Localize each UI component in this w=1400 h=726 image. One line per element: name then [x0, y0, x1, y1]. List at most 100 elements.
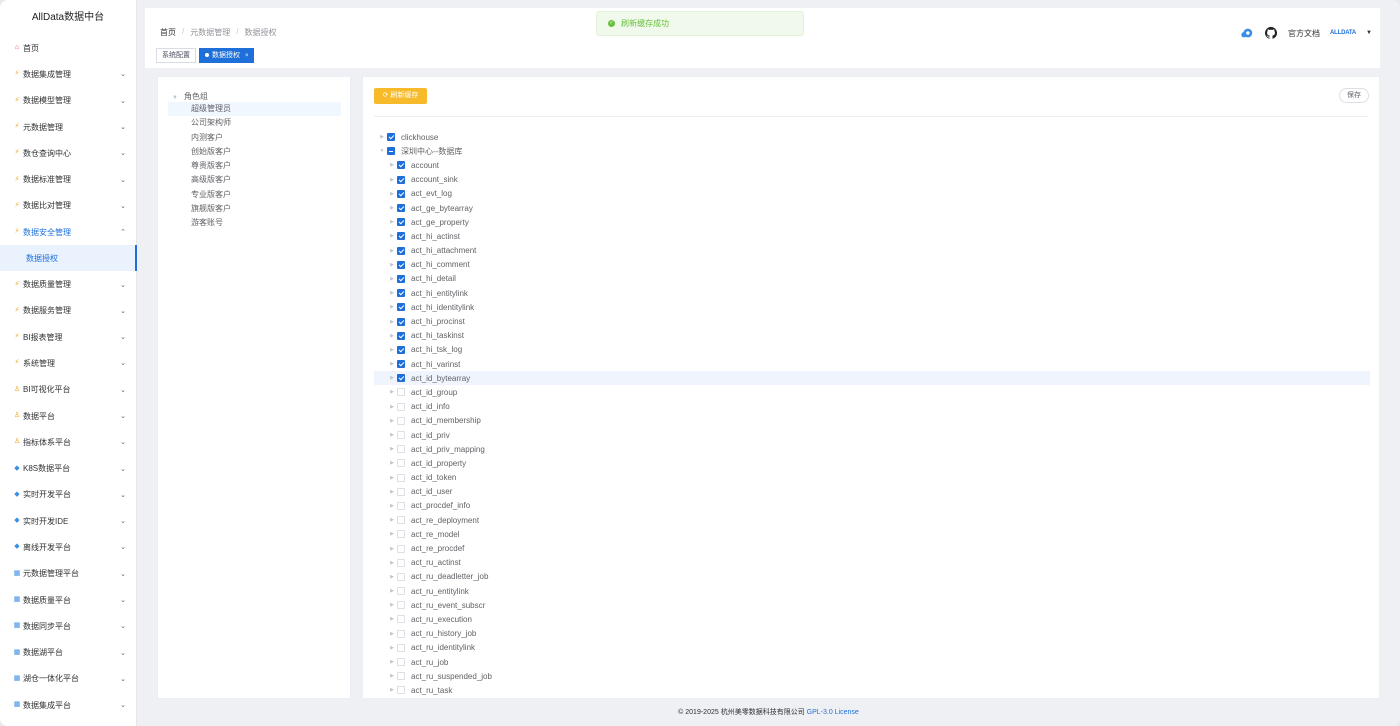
node-checkbox[interactable] [397, 360, 405, 369]
table-node[interactable]: ▶ act_ru_job [374, 655, 1370, 669]
caret-right-icon[interactable]: ▶ [387, 602, 397, 608]
caret-right-icon[interactable]: ▶ [387, 475, 397, 481]
role-item[interactable]: 高级版客户 [168, 173, 341, 187]
sidebar-item[interactable]: ⚡ 数仓查询中心 ⌄ [0, 140, 137, 166]
caret-right-icon[interactable]: ▶ [387, 531, 397, 537]
sidebar-item[interactable]: ♙ 指标体系平台 ⌄ [0, 429, 137, 455]
node-checkbox[interactable] [397, 473, 405, 482]
table-node[interactable]: ▶ act_ru_task [374, 683, 1370, 697]
caret-right-icon[interactable]: ▶ [387, 546, 397, 552]
table-node[interactable]: ▶ act_re_procdef [374, 541, 1370, 555]
node-checkbox[interactable] [397, 530, 405, 539]
table-node[interactable]: ▶ act_re_deployment [374, 513, 1370, 527]
table-node[interactable]: ▶ act_hi_identitylink [374, 300, 1370, 314]
sidebar-item[interactable]: ♙ BI可视化平台 ⌄ [0, 377, 137, 403]
role-tree-root[interactable]: ▼ 角色组 [172, 91, 208, 102]
sidebar-item[interactable]: ⌂ 首页 [0, 35, 137, 61]
node-checkbox[interactable] [397, 260, 405, 269]
sidebar-item[interactable]: ⚡ 数据模型管理 ⌄ [0, 88, 137, 114]
table-node[interactable]: ▶ act_ge_bytearray [374, 201, 1370, 215]
node-checkbox[interactable] [397, 558, 405, 567]
node-checkbox[interactable] [397, 487, 405, 496]
node-checkbox[interactable] [397, 402, 405, 411]
node-checkbox[interactable] [397, 232, 405, 241]
caret-right-icon[interactable]: ▶ [387, 673, 397, 679]
node-checkbox[interactable] [397, 388, 405, 397]
role-item[interactable]: 专业版客户 [168, 188, 341, 202]
node-checkbox[interactable] [397, 317, 405, 326]
caret-right-icon[interactable]: ▶ [387, 574, 397, 580]
caret-right-icon[interactable]: ▶ [387, 233, 397, 239]
caret-right-icon[interactable]: ▶ [387, 687, 397, 693]
node-checkbox[interactable] [397, 629, 405, 638]
caret-right-icon[interactable]: ▶ [387, 205, 397, 211]
caret-right-icon[interactable]: ▶ [387, 290, 397, 296]
table-node[interactable]: ▶ account_sink [374, 173, 1370, 187]
datasource-node[interactable]: ▶ clickhouse [374, 130, 1370, 144]
node-checkbox[interactable] [397, 431, 405, 440]
caret-down-icon[interactable]: ▼ [377, 148, 387, 154]
node-checkbox[interactable] [387, 133, 395, 142]
caret-down-icon[interactable]: ▼ [172, 95, 178, 101]
sidebar-item[interactable]: ▦ 湖仓一体化平台 ⌄ [0, 666, 137, 692]
table-node[interactable]: ▶ act_re_model [374, 527, 1370, 541]
sidebar-item[interactable]: ▦ 元数据管理平台 ⌄ [0, 561, 137, 587]
node-checkbox[interactable] [387, 147, 395, 156]
node-checkbox[interactable] [397, 516, 405, 525]
sidebar-item[interactable]: ⚡ 数据质量管理 ⌄ [0, 271, 137, 297]
breadcrumb-home[interactable]: 首页 [160, 27, 176, 38]
table-node[interactable]: ▶ act_ru_entitylink [374, 584, 1370, 598]
caret-right-icon[interactable]: ▶ [387, 560, 397, 566]
node-checkbox[interactable] [397, 218, 405, 227]
role-item[interactable]: 旗舰版客户 [168, 202, 341, 216]
sidebar-item[interactable]: ▦ 数据同步平台 ⌄ [0, 613, 137, 639]
sidebar-item[interactable]: ◆ 实时开发IDE ⌄ [0, 508, 137, 534]
sidebar-item[interactable]: ⚡ 元数据管理 ⌄ [0, 114, 137, 140]
node-checkbox[interactable] [397, 643, 405, 652]
node-checkbox[interactable] [397, 175, 405, 184]
node-checkbox[interactable] [397, 459, 405, 468]
table-node[interactable]: ▶ act_hi_attachment [374, 244, 1370, 258]
sidebar-item[interactable]: ⚡ BI报表管理 ⌄ [0, 324, 137, 350]
sidebar-item[interactable]: ◆ K8S数据平台 ⌄ [0, 455, 137, 481]
caret-right-icon[interactable]: ▶ [387, 276, 397, 282]
table-node[interactable]: ▶ act_ru_suspended_job [374, 669, 1370, 683]
caret-right-icon[interactable]: ▶ [377, 134, 387, 140]
node-checkbox[interactable] [397, 686, 405, 695]
caret-right-icon[interactable]: ▶ [387, 588, 397, 594]
sidebar-item[interactable]: ▦ 数据集成平台 ⌄ [0, 692, 137, 718]
node-checkbox[interactable] [397, 572, 405, 581]
caret-right-icon[interactable]: ▶ [387, 616, 397, 622]
sidebar-item[interactable]: ◆ 实时开发平台 ⌄ [0, 482, 137, 508]
node-checkbox[interactable] [397, 274, 405, 283]
node-checkbox[interactable] [397, 345, 405, 354]
caret-right-icon[interactable]: ▶ [387, 347, 397, 353]
sidebar-item[interactable]: ⚡ 数据服务管理 ⌄ [0, 298, 137, 324]
node-checkbox[interactable] [397, 303, 405, 312]
table-node[interactable]: ▶ act_id_bytearray [374, 371, 1370, 386]
node-checkbox[interactable] [397, 331, 405, 340]
sidebar-item[interactable]: ⚡ 数据安全管理 ⌃ [0, 219, 137, 245]
caret-right-icon[interactable]: ▶ [387, 262, 397, 268]
caret-right-icon[interactable]: ▶ [387, 432, 397, 438]
table-node[interactable]: ▶ act_evt_log [374, 187, 1370, 201]
caret-right-icon[interactable]: ▶ [387, 219, 397, 225]
table-node[interactable]: ▶ act_id_token [374, 471, 1370, 485]
table-node[interactable]: ▶ act_hi_entitylink [374, 286, 1370, 300]
node-checkbox[interactable] [397, 416, 405, 425]
table-node[interactable]: ▶ account [374, 158, 1370, 172]
role-item[interactable]: 游客账号 [168, 216, 341, 230]
table-node[interactable]: ▶ act_id_user [374, 485, 1370, 499]
table-node[interactable]: ▶ act_id_membership [374, 414, 1370, 428]
refresh-cloud-icon[interactable] [1240, 26, 1254, 40]
caret-right-icon[interactable]: ▶ [387, 460, 397, 466]
node-checkbox[interactable] [397, 374, 405, 383]
github-icon[interactable] [1264, 26, 1278, 40]
sidebar-item[interactable]: ⚡ 系统管理 ⌄ [0, 350, 137, 376]
save-button[interactable]: 保存 [1339, 88, 1369, 103]
node-checkbox[interactable] [397, 672, 405, 681]
caret-right-icon[interactable]: ▶ [387, 389, 397, 395]
table-node[interactable]: ▶ act_ru_event_subscr [374, 598, 1370, 612]
table-node[interactable]: ▶ act_ru_deadletter_job [374, 570, 1370, 584]
caret-right-icon[interactable]: ▶ [387, 418, 397, 424]
